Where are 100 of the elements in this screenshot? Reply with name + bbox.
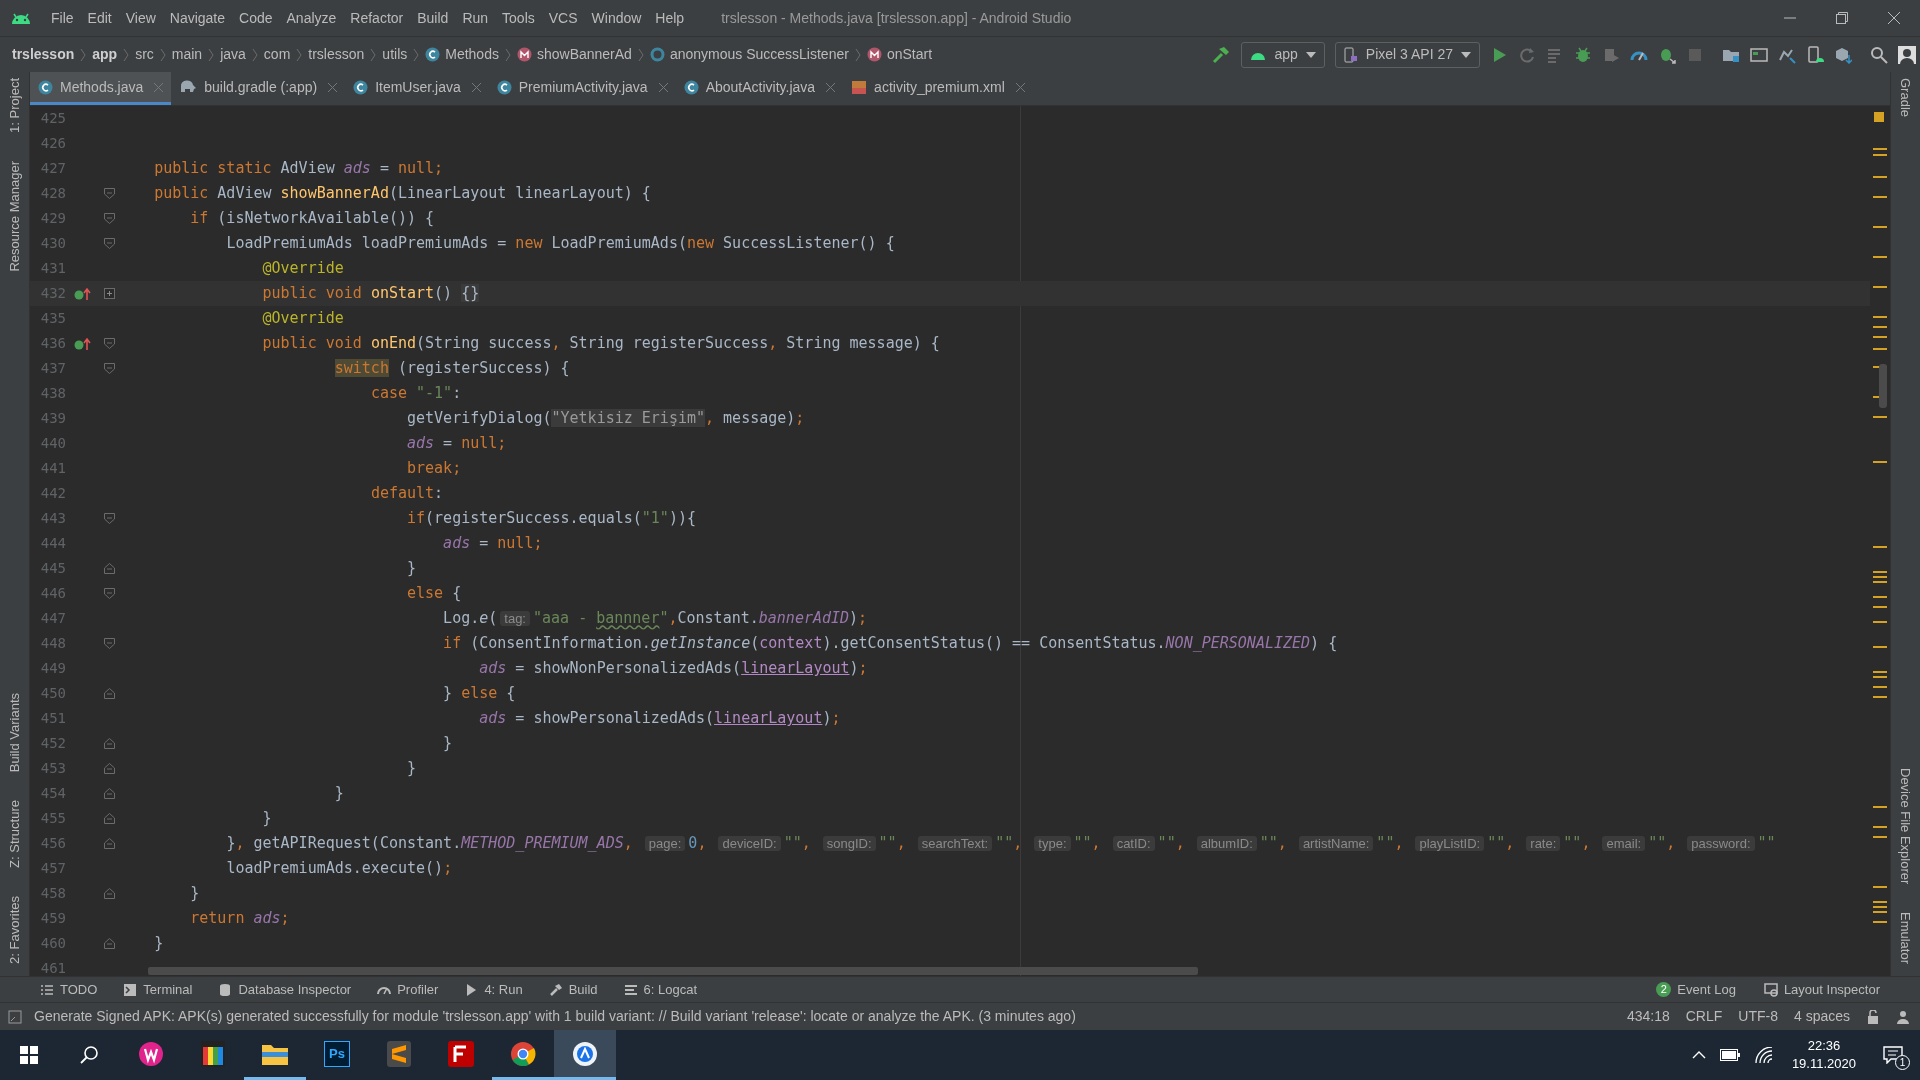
tool-window-button[interactable]: TODO — [40, 979, 98, 1000]
rerun-icon[interactable] — [1518, 45, 1536, 64]
editor-tab[interactable]: ItemUser.java — [345, 72, 489, 105]
tool-window-button[interactable]: Layout Inspector — [1783, 979, 1880, 1000]
tool-window-tab[interactable]: Device File Explorer — [1895, 767, 1916, 884]
status-item[interactable]: 434:18 — [1626, 1006, 1670, 1027]
menu-item[interactable]: File — [44, 7, 81, 29]
tool-window-tab[interactable]: Z: Structure — [4, 800, 25, 869]
close-icon[interactable] — [1015, 82, 1025, 92]
close-icon[interactable] — [328, 82, 338, 92]
battery-icon[interactable] — [1719, 1049, 1740, 1061]
fold-marker-icon[interactable] — [104, 738, 115, 749]
menu-item[interactable]: Code — [232, 7, 280, 29]
breadcrumb-item[interactable]: anonymous SuccessListener — [669, 44, 849, 65]
editor-tab[interactable]: PremiumActivity.java — [488, 72, 676, 105]
fold-marker-icon[interactable] — [104, 788, 115, 799]
menu-item[interactable]: Help — [648, 7, 692, 29]
menu-item[interactable]: Tools — [495, 7, 542, 29]
breadcrumb-item[interactable]: onStart — [886, 44, 933, 65]
tool-window-button[interactable]: Database Inspector — [218, 979, 352, 1000]
fold-marker-icon[interactable] — [104, 813, 115, 824]
tool-window-button[interactable]: Build — [548, 979, 598, 1000]
wifi-icon[interactable] — [1753, 1047, 1772, 1063]
expand-fold-icon[interactable] — [104, 288, 115, 299]
close-icon[interactable] — [1888, 12, 1900, 24]
fold-marker-icon[interactable] — [104, 363, 115, 374]
breadcrumb-item[interactable]: trslesson — [308, 44, 365, 65]
hammer-icon[interactable] — [1211, 44, 1232, 65]
tool-window-tab[interactable]: Resource Manager — [4, 160, 25, 272]
breadcrumb-item[interactable]: src — [135, 44, 154, 65]
fold-marker-icon[interactable] — [104, 188, 115, 199]
menu-item[interactable]: Analyze — [279, 7, 344, 29]
fold-marker-icon[interactable] — [104, 638, 115, 649]
scrollbar-thumb[interactable] — [1879, 364, 1887, 408]
breadcrumb-item[interactable]: java — [220, 44, 246, 65]
override-gutter-icon[interactable] — [74, 336, 91, 351]
tool-window-button[interactable]: 4: Run — [464, 979, 523, 1000]
fold-marker-icon[interactable] — [104, 888, 115, 899]
editor-tab[interactable]: Methods.java — [30, 72, 172, 105]
tool-window-tab[interactable]: 1: Project — [4, 78, 25, 133]
breadcrumb-item[interactable]: showBannerAd — [536, 44, 632, 65]
close-icon[interactable] — [826, 82, 836, 92]
restore-icon[interactable] — [1836, 12, 1848, 24]
lock-icon[interactable] — [1866, 1009, 1880, 1024]
device-manager-icon[interactable] — [1806, 45, 1824, 64]
bug-icon[interactable] — [1574, 45, 1592, 64]
menu-item[interactable]: Navigate — [162, 7, 233, 29]
fold-marker-icon[interactable] — [104, 938, 115, 949]
breadcrumb-item[interactable]: com — [263, 44, 291, 65]
breadcrumb-item[interactable]: utils — [382, 44, 408, 65]
sdk-manager-icon[interactable] — [1834, 45, 1852, 64]
fold-marker-icon[interactable] — [104, 238, 115, 249]
screen-icon[interactable] — [1750, 45, 1768, 64]
fold-marker-icon[interactable] — [104, 763, 115, 774]
menu-item[interactable]: Window — [584, 7, 649, 29]
menu-item[interactable]: VCS — [541, 7, 585, 29]
notifications-icon[interactable] — [1883, 1046, 1903, 1064]
fold-marker-icon[interactable] — [104, 338, 115, 349]
status-item[interactable]: CRLF — [1685, 1006, 1723, 1027]
menu-item[interactable]: Run — [455, 7, 496, 29]
close-icon[interactable] — [471, 82, 481, 92]
override-gutter-icon[interactable] — [74, 286, 91, 301]
chevron-up-icon[interactable] — [1691, 1051, 1706, 1059]
fold-marker-icon[interactable] — [104, 563, 115, 574]
close-icon[interactable] — [658, 82, 668, 92]
tool-window-button[interactable]: Terminal — [123, 979, 193, 1000]
menu-item[interactable]: Refactor — [343, 7, 411, 29]
fold-marker-icon[interactable] — [104, 688, 115, 699]
status-message-icon[interactable] — [8, 1009, 22, 1024]
tool-window-tab[interactable]: Build Variants — [4, 692, 25, 773]
user-avatar-icon[interactable] — [1898, 45, 1916, 64]
fold-marker-icon[interactable] — [104, 838, 115, 849]
tool-window-button[interactable]: 6: Logcat — [623, 979, 698, 1000]
fold-marker-icon[interactable] — [104, 588, 115, 599]
status-item[interactable]: 4 spaces — [1793, 1006, 1850, 1027]
breadcrumb-item[interactable]: app — [92, 44, 118, 65]
status-item[interactable]: UTF-8 — [1738, 1006, 1778, 1027]
tool-window-tab[interactable]: 2: Favorites — [4, 896, 25, 964]
taskbar-app-button[interactable] — [554, 1030, 616, 1080]
breadcrumb-item[interactable]: main — [171, 44, 203, 65]
run-configuration-dropdown[interactable]: app — [1241, 41, 1325, 68]
device-dropdown[interactable]: Pixel 3 API 27 — [1334, 41, 1480, 68]
menu-item[interactable]: Edit — [80, 7, 119, 29]
tool-window-button[interactable]: Event Log — [1677, 979, 1736, 1000]
horizontal-scrollbar[interactable] — [148, 967, 1198, 975]
tool-window-tab[interactable]: Emulator — [1895, 911, 1916, 964]
tool-window-button[interactable]: Profiler — [377, 979, 439, 1000]
search-icon[interactable] — [1870, 45, 1888, 64]
editor-tab[interactable]: AboutActivity.java — [675, 72, 844, 105]
fold-marker-icon[interactable] — [104, 213, 115, 224]
menu-item[interactable]: View — [118, 7, 163, 29]
taskbar-app-button[interactable]: Ps — [306, 1030, 368, 1080]
clock-button[interactable]: 22:36 19.11.2020 — [1785, 1037, 1862, 1073]
inspector-person-icon[interactable] — [1896, 1009, 1910, 1024]
breadcrumb-item[interactable]: trslesson — [12, 44, 75, 65]
menu-item[interactable]: Build — [410, 7, 456, 29]
editor-tab[interactable]: build.gradle (:app) — [171, 72, 346, 105]
status-message[interactable]: Generate Signed APK: APK(s) generated successfully for module 'trslesson.app' with 1 build variant: // Build variant 'release': locate or analyze the APK. (3 minutes ago) — [34, 1006, 1076, 1027]
tool-window-tab[interactable]: Gradle — [1895, 78, 1916, 118]
editor-tab[interactable]: activity_premium.xml — [843, 72, 1033, 105]
